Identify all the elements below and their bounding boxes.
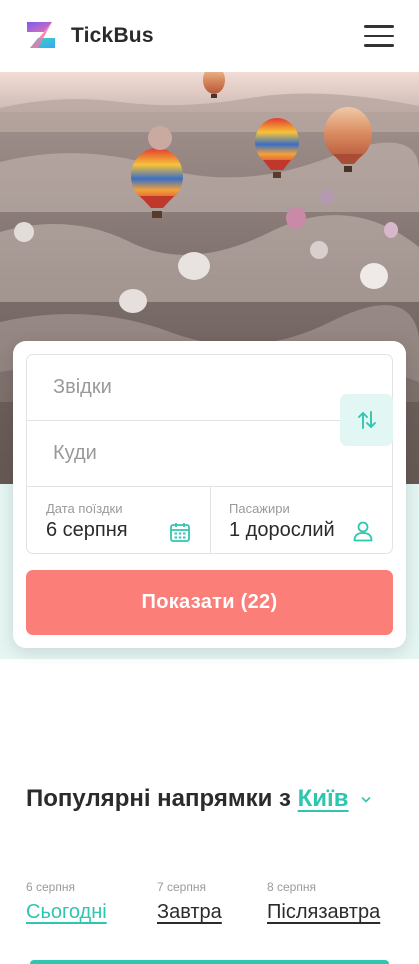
day-label: Завтра [157, 901, 222, 923]
search-card: Дата поїздки 6 серпня Пасажири 1 доросли… [13, 341, 406, 648]
day-tab-day-after-tomorrow[interactable]: 8 серпня Післязавтра [267, 880, 380, 924]
search-fields: Дата поїздки 6 серпня Пасажири 1 доросли… [26, 354, 394, 554]
popular-title-text: Популярні напрямки з [26, 785, 291, 812]
day-label: Сьогодні [26, 901, 107, 923]
passengers-label: Пасажири [229, 501, 290, 516]
passengers-value: 1 дорослий [229, 519, 335, 541]
date-picker[interactable]: Дата поїздки 6 серпня [27, 487, 210, 553]
tickbus-logo-icon[interactable] [24, 18, 58, 52]
day-date: 6 серпня [26, 880, 75, 894]
day-tab-tomorrow[interactable]: 7 серпня Завтра [157, 880, 222, 924]
app-header: TickBus [0, 0, 419, 72]
popular-directions-title: Популярні напрямки з Київ [26, 785, 371, 813]
city-selector[interactable]: Київ [298, 785, 349, 812]
day-label: Післязавтра [267, 901, 381, 923]
to-input[interactable] [27, 421, 394, 486]
chevron-down-icon[interactable] [361, 796, 371, 804]
swap-button[interactable] [340, 394, 393, 446]
day-date: 8 серпня [267, 880, 316, 894]
date-value: 6 серпня [46, 519, 128, 541]
passengers-picker[interactable]: Пасажири 1 дорослий [211, 487, 392, 553]
calendar-icon [170, 523, 190, 542]
swap-arrows-icon [357, 411, 376, 429]
brand-name: TickBus [71, 24, 154, 47]
day-tab-today[interactable]: 6 серпня Сьогодні [26, 880, 107, 924]
date-label: Дата поїздки [46, 501, 123, 516]
show-results-button[interactable]: Показати (22) [26, 570, 393, 635]
user-icon [353, 521, 373, 542]
from-input[interactable] [27, 355, 394, 420]
hamburger-menu-icon[interactable] [364, 25, 394, 49]
day-date: 7 серпня [157, 880, 206, 894]
route-card-top-edge [30, 960, 389, 964]
